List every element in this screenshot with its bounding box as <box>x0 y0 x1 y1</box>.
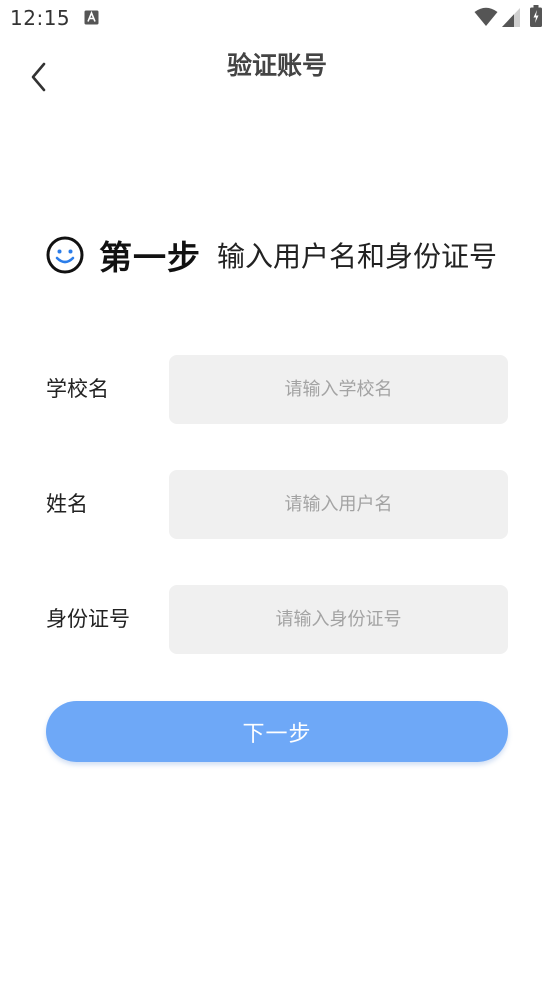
status-time: 12:15 <box>10 6 71 30</box>
user-name-label: 姓名 <box>46 492 88 516</box>
text-a-notification-icon <box>84 10 99 25</box>
smile-icon <box>46 236 84 274</box>
verify-account-screen: 12:15 验证账号 第一步 输入用户名和身份证号 学校名 请输入学校名 姓名 … <box>0 0 554 984</box>
user-name-input[interactable] <box>169 470 508 539</box>
school-name-row: 学校名 <box>46 355 508 424</box>
page-title: 验证账号 <box>226 51 327 80</box>
school-name-label: 学校名 <box>46 377 109 401</box>
school-name-input[interactable] <box>169 355 508 424</box>
step-heading: 第一步 输入用户名和身份证号 <box>45 230 497 280</box>
cell-signal-icon <box>502 8 520 27</box>
next-step-button[interactable]: 下一步 <box>46 701 508 762</box>
id-number-input[interactable] <box>169 585 508 654</box>
id-number-row: 身份证号 <box>46 585 508 654</box>
battery-charging-icon <box>530 5 542 27</box>
user-name-row: 姓名 <box>46 470 508 539</box>
id-number-label: 身份证号 <box>46 607 130 631</box>
wifi-icon <box>474 7 498 27</box>
status-bar: 12:15 <box>0 0 554 36</box>
step-description: 输入用户名和身份证号 <box>217 240 498 273</box>
step-label: 第一步 <box>99 238 201 277</box>
